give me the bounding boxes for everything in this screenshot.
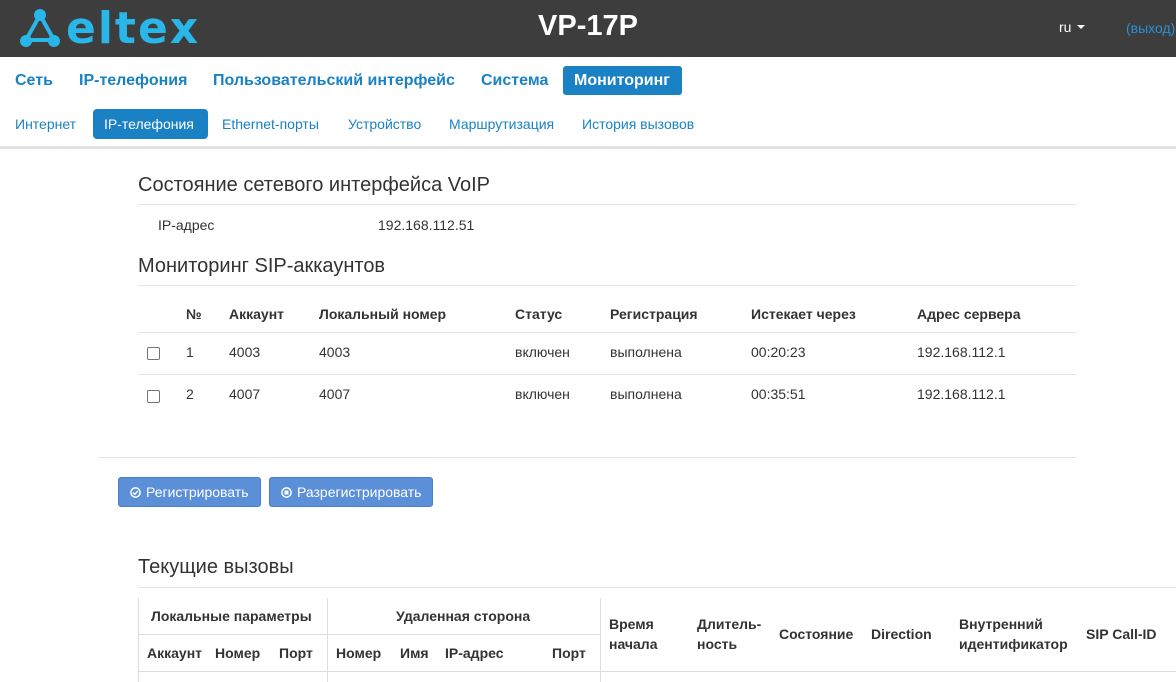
ip-address-label: IP-адрес (158, 217, 215, 233)
main-nav-monitoring[interactable]: Мониторинг (563, 66, 682, 95)
column-header-account: Аккаунт (229, 306, 285, 322)
language-label: ru (1059, 19, 1072, 35)
table-cell-local-number: 4007 (319, 386, 351, 402)
column-header-state: Состояние (779, 626, 854, 642)
table-header-divider (138, 332, 1076, 333)
column-header-remote-number: Номер (336, 645, 382, 661)
sub-nav-ip-telephony[interactable]: IP-телефония (93, 109, 208, 139)
register-button-label: Регистрировать (146, 484, 249, 500)
top-bar: eltex VP-17P ru (выход) (0, 0, 1176, 57)
sub-nav-device[interactable]: Устройство (337, 109, 432, 139)
column-header-start-time: Время (609, 616, 654, 632)
ip-address-value: 192.168.112.51 (378, 217, 475, 233)
table-cell-account: 4003 (229, 344, 261, 360)
table-cell-server-address: 192.168.112.1 (917, 386, 1006, 402)
table-border (600, 598, 601, 682)
column-header-expires: Истекает через (751, 306, 856, 322)
column-header-remote-port: Порт (552, 645, 586, 661)
column-header-sip-call-id: SIP Call-ID (1086, 626, 1157, 642)
table-cell-local-number: 4003 (319, 344, 351, 360)
table-border (138, 634, 600, 635)
main-nav-ip-telephony[interactable]: IP-телефония (68, 66, 198, 95)
voip-status-title: Состояние сетевого интерфейса VoIP (138, 174, 491, 196)
sub-nav-call-history[interactable]: История вызовов (571, 109, 705, 139)
row-select-checkbox[interactable] (147, 390, 160, 403)
caret-down-icon (1077, 25, 1086, 29)
unregister-button-label: Разрегистрировать (297, 484, 422, 500)
column-header-direction: Direction (871, 626, 932, 642)
column-header-name: Имя (400, 645, 429, 661)
column-header-server-address: Адрес сервера (917, 306, 1021, 322)
sub-nav-routing[interactable]: Маршрутизация (438, 109, 565, 139)
table-cell-server-address: 192.168.112.1 (917, 344, 1006, 360)
column-header-port: Порт (279, 645, 313, 661)
table-cell-account: 4007 (229, 386, 261, 402)
stop-circle-icon (281, 486, 292, 498)
main-nav-system[interactable]: Система (470, 66, 559, 95)
column-header-registration: Регистрация (610, 306, 698, 322)
sub-navigation: Интернет IP-телефония Ethernet-порты Уст… (0, 103, 1176, 149)
unregister-button[interactable]: Разрегистрировать (269, 477, 434, 507)
column-header-number: Номер (215, 645, 261, 661)
divider (138, 204, 1076, 205)
divider (138, 285, 1076, 286)
table-cell-number: 2 (186, 386, 194, 402)
sub-nav-ethernet-ports[interactable]: Ethernet-порты (211, 109, 330, 139)
column-header-duration: Длитель- (697, 616, 762, 632)
table-cell-status: включен (515, 386, 570, 402)
table-cell-registration: выполнена (610, 344, 682, 360)
sub-nav-internet[interactable]: Интернет (4, 109, 87, 139)
table-border (138, 671, 1176, 672)
logo-wordmark: eltex (66, 3, 201, 54)
main-nav-network[interactable]: Сеть (4, 66, 64, 95)
column-header-account: Аккаунт (147, 645, 203, 661)
check-circle-icon (130, 486, 141, 498)
table-border (138, 598, 139, 682)
table-border (327, 598, 328, 682)
group-header-local: Локальные параметры (151, 608, 312, 624)
table-cell-expires: 00:20:23 (751, 344, 806, 360)
eltex-logo-icon (20, 9, 60, 47)
main-nav-user-interface[interactable]: Пользовательский интерфейс (202, 66, 466, 95)
column-header-start-time: начала (609, 636, 658, 652)
current-calls-title: Текущие вызовы (138, 556, 294, 578)
table-cell-number: 1 (186, 344, 194, 360)
column-header-internal-id: Внутренний (959, 616, 1043, 632)
column-header-number: № (186, 306, 202, 322)
language-dropdown[interactable]: ru (1059, 19, 1086, 35)
eltex-logo[interactable]: eltex (18, 3, 201, 54)
column-header-status: Статус (515, 306, 563, 322)
logout-link[interactable]: (выход) (1126, 20, 1175, 36)
table-cell-expires: 00:35:51 (751, 386, 806, 402)
column-header-internal-id: идентификатор (959, 636, 1068, 652)
register-button[interactable]: Регистрировать (118, 477, 261, 507)
table-row-divider (138, 374, 1076, 375)
divider (138, 587, 1176, 588)
divider (98, 457, 1076, 458)
row-select-checkbox[interactable] (147, 347, 160, 360)
group-header-remote: Удаленная сторона (396, 608, 531, 624)
sip-monitoring-title: Мониторинг SIP-аккаунтов (138, 255, 386, 277)
table-cell-status: включен (515, 344, 570, 360)
column-header-local-number: Локальный номер (319, 306, 447, 322)
table-cell-registration: выполнена (610, 386, 682, 402)
column-header-ip-address: IP-адрес (445, 645, 504, 661)
column-header-duration: ность (697, 636, 738, 652)
main-navigation: Сеть IP-телефония Пользовательский интер… (0, 57, 1176, 103)
